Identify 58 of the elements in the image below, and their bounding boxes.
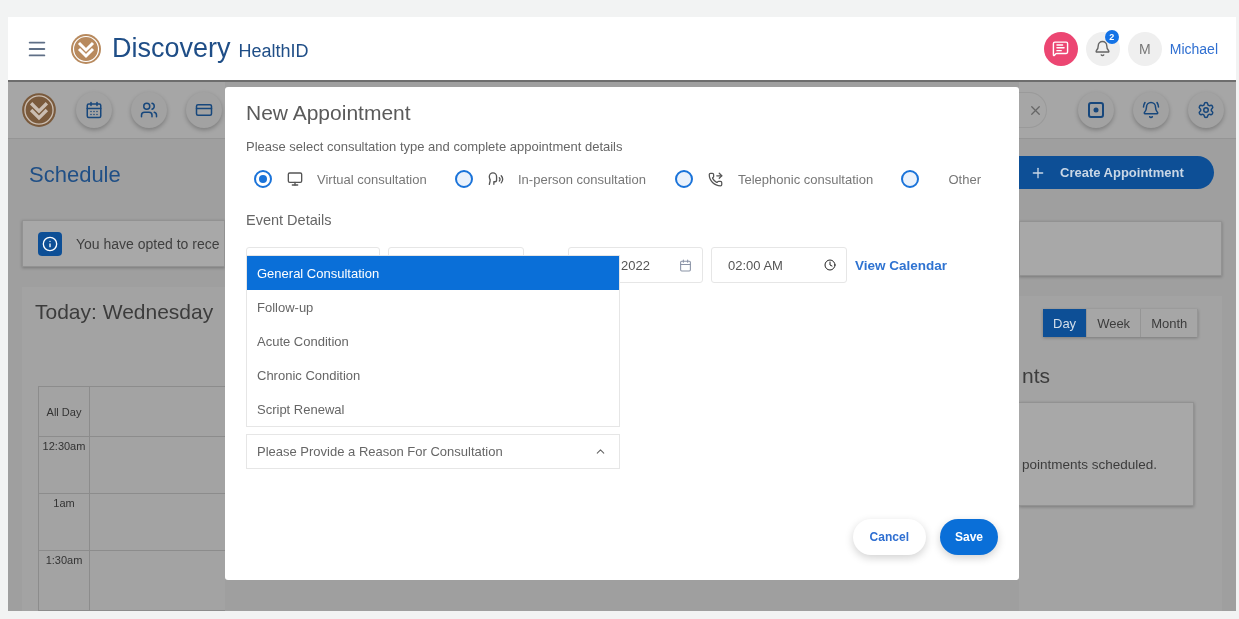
clock-icon — [824, 259, 836, 271]
view-tab[interactable]: Day — [1043, 309, 1088, 337]
notice-text: You have opted to rece — [76, 235, 220, 252]
radio-label: Other — [948, 171, 981, 187]
bell-icon — [1094, 40, 1112, 57]
calendar-button[interactable] — [76, 92, 112, 128]
people-icon — [140, 101, 158, 119]
card-icon — [195, 101, 213, 119]
appointments-heading: nts — [1022, 364, 1051, 388]
radio-button[interactable] — [675, 170, 693, 188]
page-title: Schedule — [29, 162, 122, 188]
settings-square-button[interactable] — [1078, 92, 1114, 128]
create-appointment-button[interactable]: Create Appointment — [1019, 156, 1214, 189]
chat-icon — [1052, 40, 1070, 57]
monitor-icon — [286, 171, 303, 187]
user-name[interactable]: Michael — [1169, 40, 1218, 57]
dialog-instructions: Please select consultation type and complete appointment details — [246, 139, 624, 154]
user-avatar[interactable]: M — [1127, 31, 1162, 66]
logo-icon — [70, 32, 102, 65]
time-label: 1:30am — [39, 551, 90, 611]
time-field[interactable]: 02:00 AM — [711, 247, 847, 283]
brand-name: Discovery — [112, 33, 231, 64]
view-tab[interactable]: Week — [1087, 309, 1142, 337]
calendar-icon — [679, 258, 692, 272]
view-calendar-link[interactable]: View Calendar — [855, 257, 948, 273]
alert-button[interactable] — [1133, 92, 1169, 128]
phone-icon — [708, 171, 723, 187]
calendar-icon — [85, 101, 103, 119]
notification-count: 2 — [1104, 29, 1119, 44]
time-label: 1am — [39, 494, 90, 551]
radio-button[interactable] — [901, 170, 919, 188]
card-button[interactable] — [186, 92, 222, 128]
info-icon — [38, 231, 62, 256]
settings-button[interactable] — [1188, 92, 1224, 128]
product-name: HealthID — [238, 41, 309, 62]
time-label: All Day — [39, 387, 90, 437]
radio-label: Telephonic consultation — [738, 171, 874, 187]
dialog-title: New Appointment — [246, 101, 412, 125]
empty-state-text: pointments scheduled. — [1022, 456, 1158, 472]
cancel-button[interactable]: Cancel — [852, 519, 926, 555]
notifications-button[interactable]: 2 — [1085, 31, 1120, 66]
dropdown-option[interactable]: General Consultation — [247, 256, 619, 290]
radio-button[interactable] — [455, 170, 473, 188]
chat-button[interactable] — [1043, 31, 1078, 66]
time-label: 12:30am — [39, 437, 90, 494]
section-title: Event Details — [246, 212, 333, 228]
logo-icon — [21, 92, 57, 128]
view-tab[interactable]: Month — [1141, 309, 1199, 337]
people-button[interactable] — [131, 92, 167, 128]
bell-icon — [1142, 101, 1160, 119]
radio-label: Virtual consultation — [317, 171, 427, 187]
reason-select[interactable]: Please Provide a Reason For Consultation — [246, 434, 620, 469]
settings-icon — [1197, 101, 1215, 119]
save-button[interactable]: Save — [939, 519, 998, 555]
calendar-title: Today: Wednesday — [35, 300, 215, 325]
radio-label: In-person consultation — [518, 171, 646, 187]
radio-button[interactable] — [254, 170, 272, 188]
speaking-person-icon — [487, 171, 504, 187]
